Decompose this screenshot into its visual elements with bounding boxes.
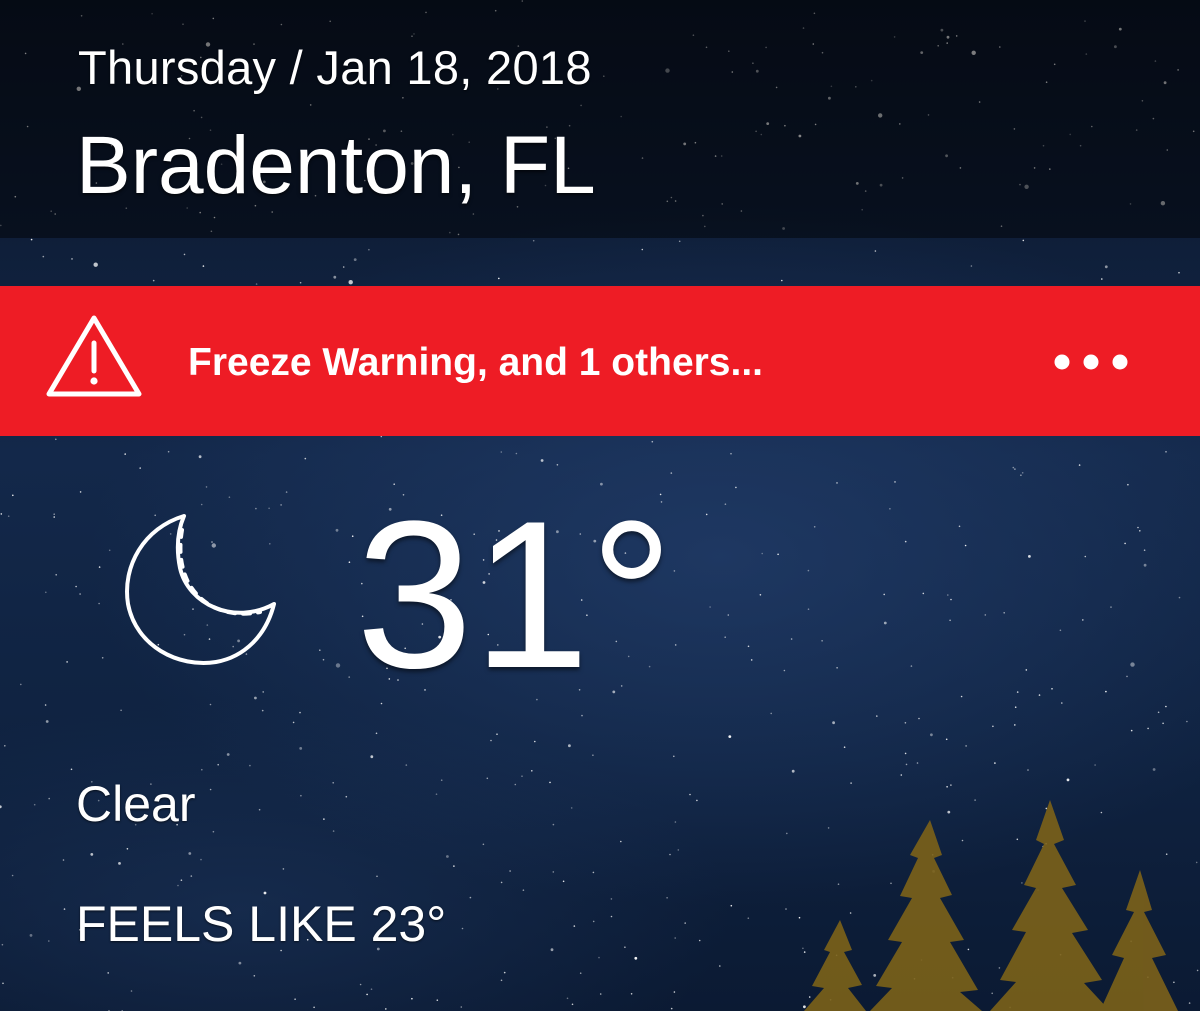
- current-temperature: 31°: [356, 477, 674, 712]
- location-title: Bradenton, FL: [76, 120, 596, 211]
- weather-screen: Thursday / Jan 18, 2018 Bradenton, FL Fr…: [0, 0, 1200, 1011]
- condition-label: Clear: [76, 776, 196, 832]
- moon-icon: [125, 514, 276, 665]
- more-dots-icon[interactable]: [1050, 345, 1132, 379]
- tree-silhouette: [804, 800, 1178, 1011]
- feels-like-label: FEELS LIKE 23°: [76, 896, 447, 952]
- warning-triangle-icon: [46, 315, 142, 397]
- alert-text[interactable]: Freeze Warning, and 1 others...: [188, 340, 763, 386]
- date-label: Thursday / Jan 18, 2018: [78, 41, 592, 94]
